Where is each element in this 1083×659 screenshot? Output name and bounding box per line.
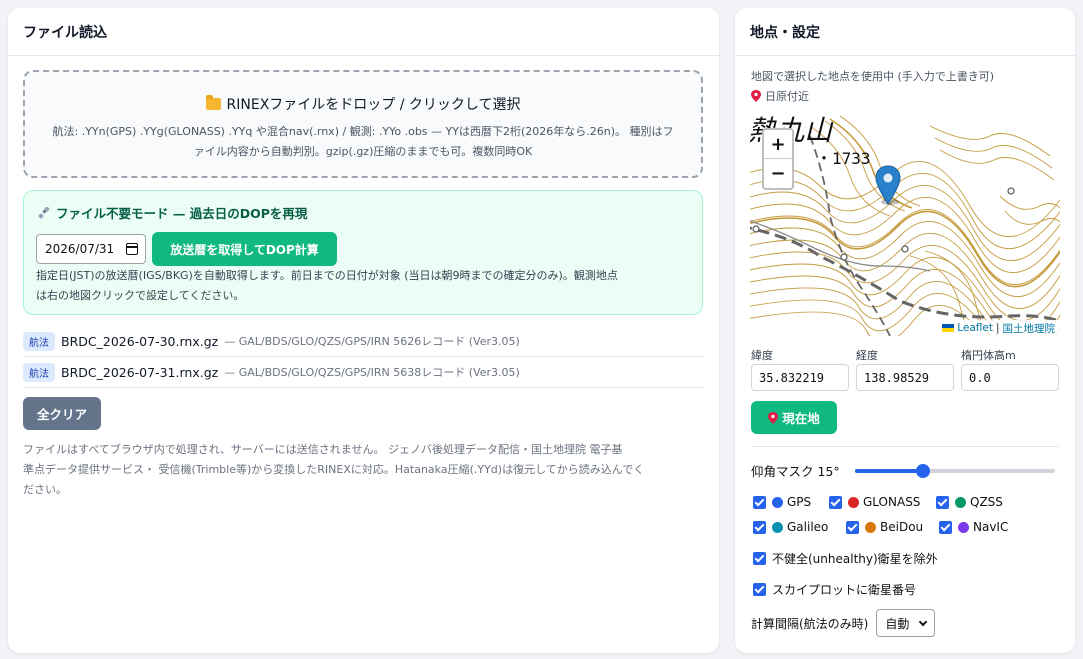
elevation-mask-slider[interactable] — [855, 464, 1055, 478]
zoom-in-button[interactable]: + — [764, 130, 792, 159]
file-load-panel: ファイル読込 RINEXファイルをドロップ / クリックして選択 航法: .YY… — [8, 8, 719, 653]
ukraine-flag-icon — [942, 324, 955, 332]
checkbox[interactable] — [846, 520, 859, 534]
height-label: 楕円体高m — [961, 349, 1016, 362]
file-name: BRDC_2026-07-30.rnx.gz — [61, 333, 219, 349]
file-dropzone[interactable]: RINEXファイルをドロップ / クリックして選択 航法: .YYn(GPS) … — [23, 70, 703, 178]
gps-color-dot — [772, 496, 783, 508]
longitude-label: 経度 — [856, 349, 878, 362]
location-subtitle: 地図で選択した地点を使用中 (手入力で上書き可) — [751, 70, 995, 83]
navic-color-dot — [958, 521, 969, 533]
current-location-button[interactable]: 現在地 — [751, 401, 837, 434]
elevation-mask-label: 仰角マスク 15° — [751, 463, 840, 479]
panel-title: 地点・設定 — [735, 8, 1075, 56]
no-file-mode-title: ファイル不要モード — 過去日のDOPを再現 — [56, 206, 308, 221]
date-input[interactable]: 2026/07/31 — [36, 234, 146, 264]
latitude-input[interactable]: 35.832219 — [751, 364, 849, 391]
no-file-mode-box: ファイル不要モード — 過去日のDOPを再現 2026/07/31 放送暦を取得… — [23, 190, 703, 315]
beidou-color-dot — [865, 521, 876, 533]
zoom-control: + − — [762, 128, 794, 190]
dropzone-title: RINEXファイルをドロップ / クリックして選択 — [226, 97, 521, 113]
height-input[interactable]: 0.0 — [961, 364, 1059, 391]
chevron-down-icon — [919, 617, 928, 627]
file-name: BRDC_2026-07-31.rnx.gz — [61, 364, 219, 380]
galileo-color-dot — [772, 521, 783, 533]
contour-lines: 熱丸山 ・1733 — [750, 116, 1060, 336]
interval-select[interactable]: 自動 — [876, 609, 936, 637]
zoom-out-button[interactable]: − — [764, 159, 792, 188]
file-meta: — GAL/BDS/GLO/QZS/GPS/IRN 5626レコード (Ver3… — [224, 335, 520, 348]
glonass-checkbox[interactable]: GLONASS — [829, 494, 920, 510]
checkbox[interactable] — [939, 520, 952, 534]
file-type-badge: 航法 — [23, 362, 55, 382]
map-label-elevation: ・1733 — [816, 149, 871, 168]
checkbox[interactable] — [936, 495, 949, 509]
checkbox[interactable] — [753, 520, 766, 534]
qzss-checkbox[interactable]: QZSS — [936, 494, 1003, 510]
location-name: 日原付近 — [765, 90, 809, 103]
interval-label: 計算間隔(航法のみ時) — [751, 616, 869, 631]
file-list-item: 航法 BRDC_2026-07-31.rnx.gz — GAL/BDS/GLO/… — [23, 357, 703, 388]
checkbox[interactable] — [829, 495, 842, 509]
clear-all-button[interactable]: 全クリア — [23, 397, 101, 430]
map-marker-icon — [875, 165, 901, 205]
topo-map[interactable]: 熱丸山 ・1733 + − Leaflet | 国土地理院 — [750, 116, 1060, 336]
checkbox[interactable] — [753, 495, 766, 509]
interval-row: 計算間隔(航法のみ時) 自動 — [751, 609, 936, 637]
location-settings-panel: 地点・設定 地図で選択した地点を使用中 (手入力で上書き可) 日原付近 ・173… — [735, 8, 1075, 653]
map-attribution: Leaflet | 国土地理院 — [937, 320, 1060, 336]
checkbox[interactable] — [753, 582, 766, 596]
gsi-link[interactable]: 国土地理院 — [1003, 321, 1056, 336]
pin-icon — [751, 90, 761, 102]
folder-icon — [205, 95, 221, 110]
footnote: ファイルはすべてブラウザ内で処理され、サーバーには送信されません。 ジェノバ後処… — [23, 443, 645, 496]
panel-title: ファイル読込 — [8, 8, 719, 56]
glonass-color-dot — [848, 496, 859, 508]
checkbox[interactable] — [753, 551, 766, 565]
skyplot-numbers-checkbox[interactable]: スカイプロットに衛星番号 — [753, 581, 916, 597]
satellite-icon — [38, 206, 50, 219]
slider-thumb[interactable] — [916, 464, 930, 478]
longitude-input[interactable]: 138.98529 — [856, 364, 954, 391]
file-type-badge: 航法 — [23, 331, 55, 351]
file-list-item: 航法 BRDC_2026-07-30.rnx.gz — GAL/BDS/GLO/… — [23, 326, 703, 357]
divider — [751, 446, 1059, 447]
file-meta: — GAL/BDS/GLO/QZS/GPS/IRN 5638レコード (Ver3… — [224, 366, 520, 379]
beidou-checkbox[interactable]: BeiDou — [846, 519, 923, 535]
gps-checkbox[interactable]: GPS — [753, 494, 811, 510]
elevation-mask-row: 仰角マスク 15° — [751, 461, 1059, 479]
dropzone-description: 航法: .YYn(GPS) .YYg(GLONASS) .YYq や混合nav(… — [52, 125, 674, 158]
no-file-mode-description: 指定日(JST)の放送暦(IGS/BKG)を自動取得します。前日までの日付が対象… — [36, 269, 618, 302]
latitude-label: 緯度 — [751, 349, 773, 362]
exclude-unhealthy-checkbox[interactable]: 不健全(unhealthy)衛星を除外 — [753, 550, 938, 566]
calendar-icon[interactable] — [126, 243, 138, 255]
pin-icon — [768, 411, 779, 424]
leaflet-link[interactable]: Leaflet — [957, 322, 993, 334]
qzss-color-dot — [955, 496, 966, 508]
fetch-ephemeris-button[interactable]: 放送暦を取得してDOP計算 — [152, 232, 337, 266]
galileo-checkbox[interactable]: Galileo — [753, 519, 828, 535]
navic-checkbox[interactable]: NavIC — [939, 519, 1008, 535]
